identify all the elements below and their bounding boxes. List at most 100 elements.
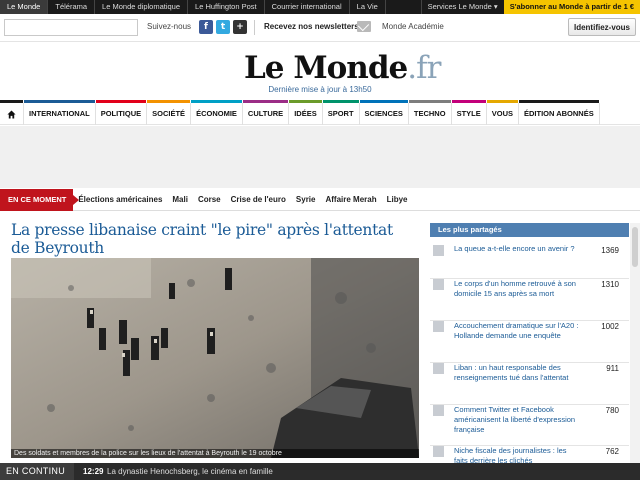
utility-bar: Suivez-nous f t + Recevez nos newsletter…	[0, 14, 640, 42]
network-bar: Le Monde Télérama Le Monde diplomatique …	[0, 0, 640, 14]
item-title[interactable]: Accouchement dramatique sur l'A20 : Holl…	[454, 321, 582, 341]
nav-vous[interactable]: VOUS	[486, 100, 519, 125]
nav-color-bar	[359, 100, 408, 103]
nav-label: POLITIQUE	[100, 109, 142, 118]
nav-idees[interactable]: IDÉES	[289, 100, 323, 125]
follow-label: Suivez-nous	[147, 22, 192, 31]
nav-style[interactable]: STYLE	[451, 100, 487, 125]
item-title[interactable]: Liban : un haut responsable des renseign…	[454, 363, 582, 383]
page: Le Monde Télérama Le Monde diplomatique …	[0, 0, 640, 480]
share-count: 1002	[601, 322, 619, 331]
network-link-monde-diplomatique[interactable]: Le Monde diplomatique	[95, 0, 189, 14]
scrollbar[interactable]	[630, 223, 640, 463]
nav-label: VOUS	[491, 109, 513, 118]
nav-color-bar	[289, 100, 322, 103]
network-link-courrier-international[interactable]: Courrier international	[265, 0, 350, 14]
nav-label: STYLE	[456, 109, 481, 118]
nav-color-bar	[242, 100, 289, 103]
nav-home[interactable]	[0, 100, 24, 125]
article-headline[interactable]: La presse libanaise craint "le pire" apr…	[11, 221, 411, 257]
thumbnail	[433, 279, 444, 290]
nav-label: ÉCONOMIE	[196, 109, 237, 118]
mail-icon[interactable]	[357, 21, 371, 32]
nav-color-bar	[486, 100, 518, 103]
nav-color-bar	[408, 100, 451, 103]
trending-item[interactable]: Crise de l'euro	[226, 195, 291, 204]
identify-button[interactable]: Identifiez-vous	[568, 18, 636, 36]
nav-color-bar	[519, 100, 599, 103]
nav-edition-abonnes[interactable]: ÉDITION ABONNÉS	[519, 100, 600, 125]
trending-item[interactable]: Libye	[382, 195, 413, 204]
plus-icon[interactable]: +	[233, 20, 247, 34]
trending-item[interactable]: Corse	[193, 195, 226, 204]
home-icon	[7, 109, 16, 119]
nav-label: SOCIÉTÉ	[152, 109, 186, 118]
share-count: 911	[606, 364, 619, 373]
logo-main: Le Monde	[244, 50, 408, 86]
list-item[interactable]: La queue a-t-elle encore un avenir ? 136…	[430, 237, 629, 279]
facebook-icon[interactable]: f	[199, 20, 213, 34]
services-menu[interactable]: Services Le Monde ▾	[420, 0, 504, 14]
item-title[interactable]: Comment Twitter et Facebook américanisen…	[454, 405, 582, 435]
photo-caption: Des soldats et membres de la police sur …	[11, 449, 419, 458]
nav-international[interactable]: INTERNATIONAL	[24, 100, 96, 125]
nav-color-bar	[451, 100, 486, 103]
nav-label: SCIENCES	[364, 109, 403, 118]
nav-color-bar	[322, 100, 359, 103]
main-nav: INTERNATIONAL POLITIQUE SOCIÉTÉ ÉCONOMIE…	[0, 100, 640, 125]
site-logo[interactable]: Le Monde.fr	[244, 50, 441, 86]
live-ticker: EN CONTINU 12:29 La dynastie Henochsberg…	[0, 463, 640, 480]
divider	[254, 20, 255, 35]
trending-item[interactable]: Mali	[167, 195, 193, 204]
nav-societe[interactable]: SOCIÉTÉ	[147, 100, 192, 125]
nav-economie[interactable]: ÉCONOMIE	[191, 100, 243, 125]
trending-label: EN CE MOMENT	[0, 188, 80, 211]
nav-techno[interactable]: TECHNO	[408, 100, 452, 125]
logo-suffix: .fr	[407, 50, 441, 86]
ticker-label[interactable]: EN CONTINU	[0, 463, 74, 480]
search-input[interactable]	[4, 19, 138, 36]
scrollbar-thumb[interactable]	[632, 227, 638, 267]
thumbnail	[433, 245, 444, 256]
thumbnail	[433, 363, 444, 374]
academie-link[interactable]: Monde Académie	[382, 22, 444, 31]
nav-sciences[interactable]: SCIENCES	[359, 100, 409, 125]
ad-placeholder	[0, 126, 640, 188]
most-shared-panel: Les plus partagés La queue a-t-elle enco…	[430, 223, 629, 465]
network-link-huffington-post[interactable]: Le Huffington Post	[188, 0, 265, 14]
nav-color-bar	[0, 100, 23, 103]
twitter-icon[interactable]: t	[216, 20, 230, 34]
share-count: 1369	[601, 246, 619, 255]
network-link-le-monde[interactable]: Le Monde	[0, 0, 49, 14]
trending-item[interactable]: Affaire Merah	[320, 195, 381, 204]
list-item[interactable]: Niche fiscale des journalistes : les fai…	[430, 446, 629, 465]
network-link-la-vie[interactable]: La Vie	[350, 0, 386, 14]
nav-label: IDÉES	[294, 109, 317, 118]
trending-item[interactable]: Élections américaines	[73, 195, 167, 204]
newsletters-link[interactable]: Recevez nos newsletters	[264, 22, 359, 31]
ticker-headline[interactable]: La dynastie Henochsberg, le cinéma en fa…	[107, 463, 273, 480]
item-title[interactable]: La queue a-t-elle encore un avenir ?	[454, 244, 582, 254]
list-item[interactable]: Accouchement dramatique sur l'A20 : Holl…	[430, 321, 629, 363]
rubble-scene-image	[11, 258, 419, 458]
article-photo[interactable]: Des soldats et membres de la police sur …	[11, 258, 419, 458]
subscribe-button[interactable]: S'abonner au Monde à partir de 1 €	[503, 0, 640, 14]
nav-culture[interactable]: CULTURE	[242, 100, 290, 125]
nav-label: CULTURE	[247, 109, 284, 118]
list-item[interactable]: Liban : un haut responsable des renseign…	[430, 363, 629, 405]
item-title[interactable]: Le corps d'un homme retrouvé à son domic…	[454, 279, 582, 299]
nav-label: INTERNATIONAL	[29, 109, 90, 118]
nav-politique[interactable]: POLITIQUE	[95, 100, 148, 125]
share-count: 762	[605, 447, 619, 456]
share-count: 1310	[601, 280, 619, 289]
list-item[interactable]: Comment Twitter et Facebook américanisen…	[430, 405, 629, 446]
nav-color-bar	[191, 100, 242, 103]
trending-item[interactable]: Syrie	[291, 195, 321, 204]
list-item[interactable]: Le corps d'un homme retrouvé à son domic…	[430, 279, 629, 321]
nav-label: SPORT	[327, 109, 354, 118]
nav-sport[interactable]: SPORT	[322, 100, 360, 125]
nav-color-bar	[95, 100, 147, 103]
nav-color-bar	[24, 100, 95, 103]
network-link-telerama[interactable]: Télérama	[48, 0, 96, 14]
nav-label: TECHNO	[413, 109, 446, 118]
